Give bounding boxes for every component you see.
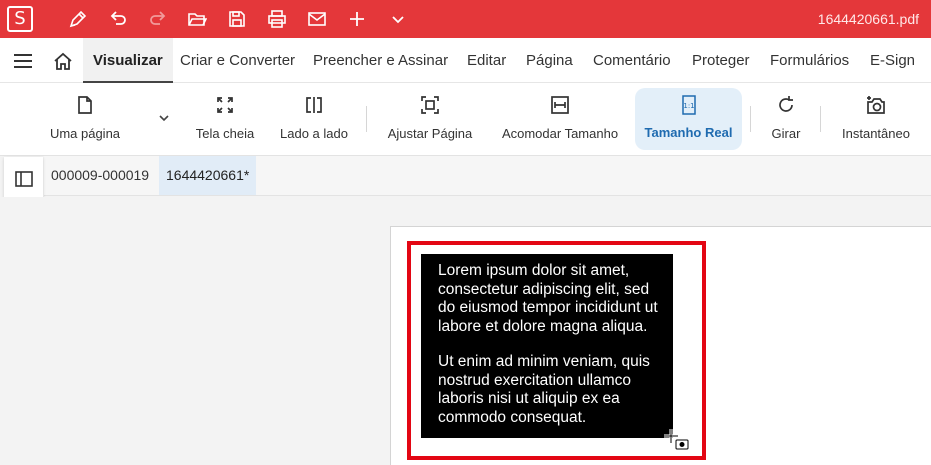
undo-icon[interactable]	[105, 6, 131, 32]
document-tab-active[interactable]: 1644420661*	[159, 156, 257, 195]
menu-bar: Visualizar Criar e Converter Preencher e…	[0, 38, 931, 83]
tab-formularios[interactable]: Formulários	[770, 38, 849, 83]
fit-width-icon	[551, 96, 569, 114]
ribbon-separator	[750, 106, 751, 132]
home-icon[interactable]	[52, 50, 74, 72]
print-icon[interactable]	[264, 6, 290, 32]
paragraph-1: Lorem ipsum dolor sit amet, consectetur …	[438, 262, 658, 335]
rotate-icon	[779, 96, 793, 112]
tab-editar[interactable]: Editar	[467, 38, 506, 83]
save-icon[interactable]	[224, 6, 250, 32]
tab-e-sign[interactable]: E-Sign	[870, 38, 915, 83]
tab-criar-e-converter[interactable]: Criar e Converter	[180, 38, 295, 83]
tab-pagina[interactable]: Página	[526, 38, 573, 83]
title-bar: S 1644420661.pdf	[0, 0, 931, 38]
sidebar-panel-icon[interactable]	[14, 169, 34, 189]
instantaneo-button[interactable]: Instantâneo	[838, 83, 914, 156]
plus-icon[interactable]	[344, 6, 370, 32]
ribbon-separator	[820, 106, 821, 132]
redo-icon[interactable]	[145, 6, 171, 32]
snapshot-cursor-icon	[664, 429, 689, 450]
fit-page-icon	[421, 96, 439, 114]
open-folder-icon[interactable]	[184, 6, 210, 32]
tab-preencher-e-assinar[interactable]: Preencher e Assinar	[313, 38, 448, 83]
tab-proteger[interactable]: Proteger	[692, 38, 750, 83]
uma-pagina-label: Uma página	[49, 126, 121, 141]
mail-icon[interactable]	[304, 6, 330, 32]
ribbon-separator	[366, 106, 367, 132]
document-tab[interactable]: 000009-000019	[44, 156, 156, 195]
chevron-down-icon[interactable]	[385, 6, 411, 32]
uma-pagina-button[interactable]: Uma página	[44, 83, 126, 156]
lado-a-lado-label: Lado a lado	[280, 126, 348, 141]
lado-a-lado-button[interactable]: Lado a lado	[276, 83, 352, 156]
ajustar-pagina-button[interactable]: Ajustar Página	[381, 83, 479, 156]
acomodar-tamanho-label: Acomodar Tamanho	[501, 126, 619, 141]
side-by-side-icon	[306, 97, 322, 113]
actual-size-icon: 1:1	[681, 95, 696, 115]
tab-comentario[interactable]: Comentário	[593, 38, 671, 83]
fullscreen-icon	[217, 97, 233, 113]
actual-size-icon-text: 1:1	[683, 102, 694, 110]
hamburger-menu-icon[interactable]	[12, 51, 34, 71]
instantaneo-label: Instantâneo	[842, 126, 910, 141]
tab-visualizar[interactable]: Visualizar	[83, 38, 173, 83]
ribbon-toolbar: Uma página Tela cheia Lado a lado Ajusta…	[0, 83, 931, 156]
text-block: Lorem ipsum dolor sit amet, consectetur …	[421, 254, 673, 438]
tela-cheia-button[interactable]: Tela cheia	[190, 83, 260, 156]
document-tabs: 000009-000019 1644420661*	[44, 156, 931, 196]
girar-label: Girar	[771, 126, 801, 141]
tamanho-real-label: Tamanho Real	[644, 125, 733, 140]
ajustar-pagina-label: Ajustar Página	[387, 126, 473, 141]
page-layout-dropdown-icon[interactable]	[157, 111, 171, 125]
girar-button[interactable]: Girar	[763, 83, 809, 156]
document-filename: 1644420661.pdf	[817, 11, 919, 27]
paragraph-2: Ut enim ad minim veniam, quis nostrud ex…	[438, 353, 650, 426]
pen-icon[interactable]	[65, 6, 91, 32]
tela-cheia-label: Tela cheia	[195, 126, 255, 141]
single-page-icon	[78, 96, 92, 114]
tamanho-real-button[interactable]: 1:1 Tamanho Real	[635, 88, 742, 150]
snapshot-camera-icon	[867, 96, 885, 114]
app-logo[interactable]: S	[7, 6, 33, 32]
acomodar-tamanho-button[interactable]: Acomodar Tamanho	[496, 83, 624, 156]
